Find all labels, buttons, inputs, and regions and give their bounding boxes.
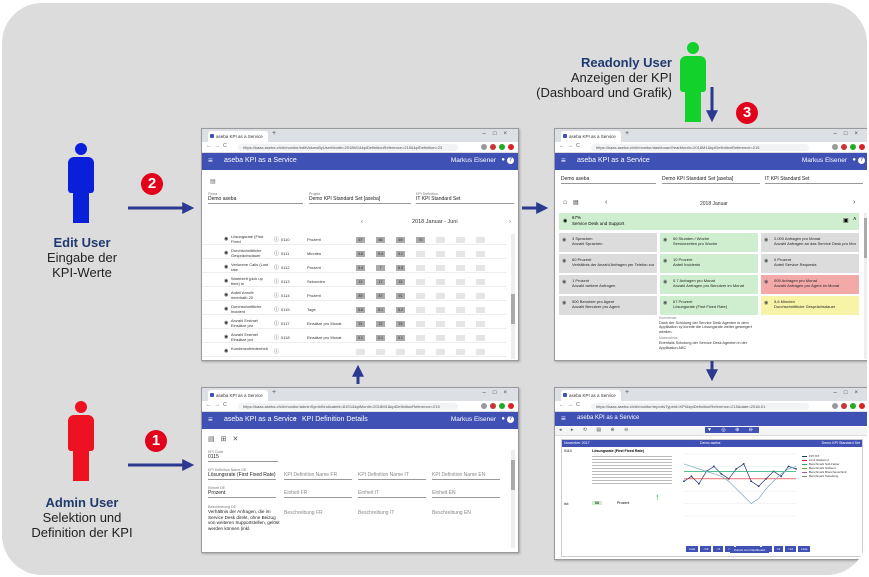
diagram-background: aseba KPI as a Service + –□× ←→C https:/… bbox=[2, 3, 867, 575]
arrows-layer bbox=[128, 87, 718, 471]
